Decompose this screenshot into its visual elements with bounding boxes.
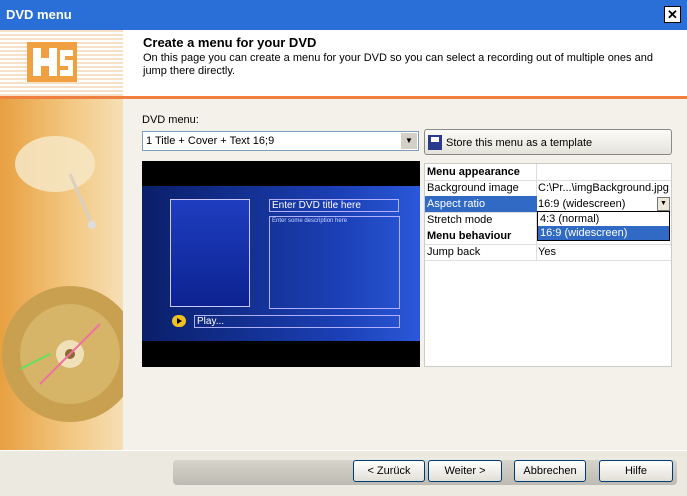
property-value: C:\Pr...\imgBackground.jpg <box>538 182 669 194</box>
preview-background: Enter DVD title here Enter some descript… <box>142 186 420 341</box>
property-key: Background image <box>427 182 519 194</box>
grid-section-appearance[interactable]: Menu appearance <box>425 164 671 181</box>
chevron-down-icon[interactable]: ▼ <box>657 197 670 211</box>
dvd-menu-value: 1 Title + Cover + Text 16;9 <box>146 135 275 147</box>
play-icon <box>172 315 186 327</box>
logo-area <box>0 30 123 96</box>
window-title: DVD menu <box>6 7 72 22</box>
property-key: Menu behaviour <box>427 230 512 242</box>
menu-preview: Enter DVD title here Enter some descript… <box>142 161 420 367</box>
property-key: Menu appearance <box>427 166 520 178</box>
decorative-dvd-icon <box>2 136 123 422</box>
dvd-menu-label: DVD menu: <box>142 114 199 126</box>
aspect-option-widescreen[interactable]: 16:9 (widescreen) <box>538 226 669 240</box>
preview-title-box[interactable]: Enter DVD title here <box>269 199 399 212</box>
chevron-down-icon[interactable]: ▼ <box>400 133 417 149</box>
logo-icon <box>27 42 77 82</box>
help-button[interactable]: Hilfe <box>599 460 673 482</box>
page-title: Create a menu for your DVD <box>143 35 317 50</box>
title-bar: DVD menu ✕ <box>0 0 687 30</box>
next-button[interactable]: Weiter > <box>428 460 502 482</box>
sidebar-art <box>0 99 123 450</box>
property-value: 16:9 (widescreen) <box>538 198 626 210</box>
page-description: On this page you can create a menu for y… <box>143 52 653 77</box>
column-divider <box>536 244 537 260</box>
header: Create a menu for your DVD On this page … <box>0 30 687 96</box>
preview-play-box[interactable]: Play... <box>194 315 400 328</box>
preview-description-box[interactable]: Enter some description here <box>269 216 400 309</box>
aspect-ratio-dropdown: 4:3 (normal) 16:9 (widescreen) <box>537 211 670 241</box>
property-value: Yes <box>538 246 556 258</box>
grid-row-jump-back[interactable]: Jump back Yes <box>425 244 671 261</box>
aspect-option-normal[interactable]: 4:3 (normal) <box>538 212 669 226</box>
grid-row-background-image[interactable]: Background image C:\Pr...\imgBackground.… <box>425 180 671 197</box>
preview-cover-frame[interactable] <box>170 199 250 307</box>
property-key: Aspect ratio <box>427 198 486 210</box>
back-button[interactable]: < Zurück <box>353 460 425 482</box>
property-key: Jump back <box>427 246 481 258</box>
close-icon[interactable]: ✕ <box>664 6 681 23</box>
cancel-button[interactable]: Abbrechen <box>514 460 586 482</box>
save-icon <box>428 135 442 150</box>
store-template-label: Store this menu as a template <box>446 137 593 149</box>
store-template-button[interactable]: Store this menu as a template <box>424 129 672 155</box>
column-divider <box>536 180 537 196</box>
dvd-menu-select[interactable]: 1 Title + Cover + Text 16;9 ▼ <box>142 131 419 151</box>
property-key: Stretch mode <box>427 214 493 226</box>
column-divider <box>536 164 537 180</box>
property-grid: Menu appearance Background image C:\Pr..… <box>424 163 672 367</box>
